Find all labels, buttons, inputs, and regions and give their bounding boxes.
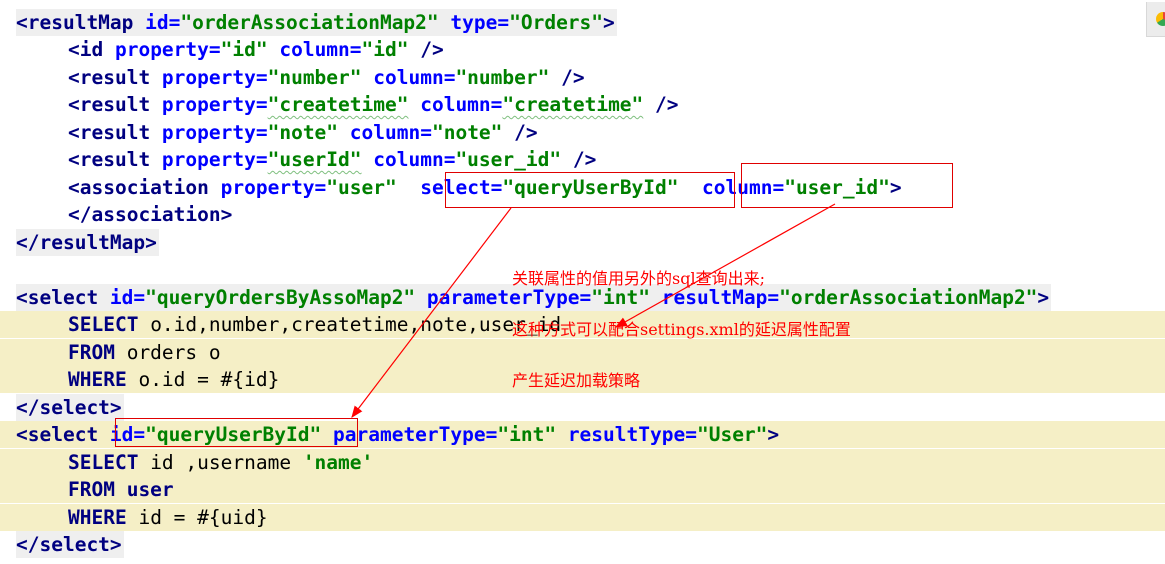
annotation-line: 产生延迟加载策略 (512, 371, 641, 390)
code-editor[interactable]: <resultMap id="orderAssociationMap2" typ… (0, 0, 1165, 564)
annotation-line: 关联属性的值用另外的sql查询出来; (512, 269, 765, 288)
browser-icon[interactable] (1146, 2, 1165, 37)
annotation-note: 关联属性的值用另外的sql查询出来; 这种方式可以配合settings.xml的… (512, 236, 851, 423)
annotation-line: 这种方式可以配合settings.xml的延迟属性配置 (512, 320, 851, 339)
arrow-to-query-id (351, 207, 512, 418)
chrome-icon (1156, 12, 1165, 26)
